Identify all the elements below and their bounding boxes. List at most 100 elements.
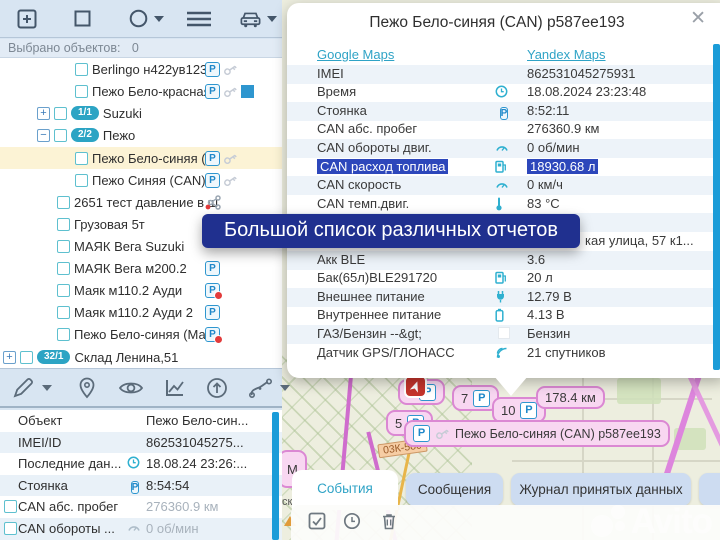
map-vehicle-bubble[interactable]: P Пежо Бело-синяя (CAN) p587ee193 xyxy=(404,420,670,447)
edit-icon[interactable] xyxy=(12,377,36,399)
delete-icon[interactable] xyxy=(381,512,397,530)
send-command-icon[interactable] xyxy=(206,377,228,399)
row-label: Время xyxy=(317,84,356,99)
row-value: Пежо Бело-син... xyxy=(146,413,248,428)
tree-item-mayak-m110-audi[interactable]: Маяк м110.2 Ауди P xyxy=(0,279,282,301)
checkbox[interactable] xyxy=(54,107,67,120)
route-icon[interactable] xyxy=(248,377,274,399)
row-value: 3.6 xyxy=(527,252,545,267)
checkbox[interactable] xyxy=(75,152,88,165)
chevron-down-icon[interactable] xyxy=(42,385,52,391)
time-filter-icon[interactable] xyxy=(343,512,361,530)
key-icon xyxy=(222,83,239,99)
row-value-selected[interactable]: 18930.68 л xyxy=(527,159,598,174)
select-all-checkbox-icon[interactable] xyxy=(308,512,326,530)
location-pin-icon[interactable] xyxy=(78,377,96,399)
row-label-selected[interactable]: CAN расход топлива xyxy=(317,159,448,174)
object-tree: Berlingo н422ув123 P Пежо Бело-красная P… xyxy=(0,58,282,368)
tree-item-pezho-belo-sinyaya-selected[interactable]: Пежо Бело-синяя (С P xyxy=(0,147,282,169)
row-label: Бак(65л)BLE291720 xyxy=(317,270,437,285)
tree-item-pezho-belo-sinyaya-mayak[interactable]: Пежо Бело-синяя (Мая P xyxy=(0,323,282,345)
parking-off-icon: P xyxy=(205,283,220,298)
list-view-icon[interactable] xyxy=(186,10,212,28)
visibility-eye-icon[interactable] xyxy=(118,379,144,397)
tree-group-suzuki[interactable]: + 1/1 Suzuki xyxy=(0,102,282,124)
checkbox[interactable] xyxy=(4,500,17,513)
tree-item-berlingo[interactable]: Berlingo н422ув123 P xyxy=(0,58,282,80)
checkbox[interactable] xyxy=(57,262,70,275)
popup-title: Пежо Бело-синяя (CAN) p587ee193 xyxy=(287,14,707,32)
tree-item-pezho-belo-krasnaya[interactable]: Пежо Бело-красная P xyxy=(0,80,282,102)
row-label: CAN скорость xyxy=(317,177,401,192)
chevron-down-icon[interactable] xyxy=(280,385,290,391)
parking-icon: P xyxy=(205,173,220,188)
close-icon[interactable]: ✕ xyxy=(690,7,706,30)
tree-group-sklad-lenina[interactable]: + 32/1 Склад Ленина,51 xyxy=(0,346,282,368)
info-row-object: Объект Пежо Бело-син... xyxy=(0,410,282,432)
tree-item-mayak-vega-m200[interactable]: МАЯК Вега м200.2 P xyxy=(0,257,282,279)
sidebar-scrollbar[interactable] xyxy=(272,412,279,540)
map-distance-bubble[interactable]: 178.4 км xyxy=(536,386,605,409)
row-value: 20 л xyxy=(527,270,553,285)
checkbox[interactable] xyxy=(57,196,70,209)
tree-item-2651-test[interactable]: 2651 тест давление в ш xyxy=(0,191,282,213)
tab-label: Журнал принятых данных xyxy=(519,482,682,497)
tree-group-pezho[interactable]: − 2/2 Пежо xyxy=(0,124,282,146)
info-row-can-rpm: CAN обороты ... 0 об/мин xyxy=(0,518,282,540)
popup-row-ble-battery: Акк BLE 3.6 xyxy=(287,251,720,270)
row-value: 21 спутников xyxy=(527,345,605,360)
add-object-icon[interactable] xyxy=(17,9,37,29)
checkbox[interactable] xyxy=(57,240,70,253)
checkbox[interactable] xyxy=(75,63,88,76)
google-maps-link[interactable]: Google Maps xyxy=(317,47,394,62)
tab-label: Сообщения xyxy=(418,482,491,497)
row-value: 4.13 В xyxy=(527,307,565,322)
tree-item-pezho-sinyaya[interactable]: Пежо Синяя (CAN) с P xyxy=(0,169,282,191)
chart-icon[interactable] xyxy=(164,378,186,398)
promo-banner: Большой список различных отчетов xyxy=(202,214,580,248)
group-count-badge: 2/2 xyxy=(71,128,99,142)
map-park xyxy=(617,378,661,404)
popup-row-ext-power: Внешнее питание 12.79 В xyxy=(287,288,720,307)
expand-icon[interactable]: + xyxy=(3,351,16,364)
item-label: Грузовая 5т xyxy=(74,217,145,232)
expand-icon[interactable]: + xyxy=(37,107,50,120)
chevron-down-icon[interactable] xyxy=(267,16,277,22)
popup-scrollbar[interactable] xyxy=(713,44,720,370)
select-area-icon[interactable] xyxy=(74,10,91,27)
clock-icon xyxy=(127,456,143,469)
tab-events[interactable]: События xyxy=(292,470,398,510)
item-label: Пежо Синяя (CAN) с xyxy=(92,173,216,188)
checkbox[interactable] xyxy=(54,129,67,142)
selected-objects-header: Выбрано объектов: 0 xyxy=(0,39,282,58)
checkbox[interactable] xyxy=(57,306,70,319)
parking-icon: P xyxy=(205,62,220,77)
checkbox[interactable] xyxy=(57,328,70,341)
checkbox[interactable] xyxy=(75,85,88,98)
vehicle-position-marker[interactable] xyxy=(404,375,427,398)
tree-item-mayak-m110-audi-2[interactable]: Маяк м110.2 Ауди 2 P xyxy=(0,301,282,323)
vehicle-filter-icon[interactable] xyxy=(239,10,262,28)
row-label: Объект xyxy=(18,413,62,428)
chevron-down-icon[interactable] xyxy=(154,16,164,22)
row-label: Датчик GPS/ГЛОНАСС xyxy=(317,345,455,360)
row-value: 18.08.2024 23:23:48 xyxy=(527,84,646,99)
checkbox[interactable] xyxy=(57,284,70,297)
popup-row-int-power: Внутреннее питание 4.13 В xyxy=(287,306,720,325)
tab-messages[interactable]: Сообщения xyxy=(406,473,503,506)
checkbox[interactable] xyxy=(75,174,88,187)
row-label: Внутреннее питание xyxy=(317,307,441,322)
cluster-count: 10 xyxy=(501,403,515,418)
parking-icon: P xyxy=(495,104,513,120)
checkbox[interactable] xyxy=(20,351,33,364)
info-row-last-data: Последние дан... 18.08.24 23:26:... xyxy=(0,453,282,475)
collapse-icon[interactable]: − xyxy=(37,129,50,142)
map-street-name: ск xyxy=(282,496,292,508)
fuel-icon xyxy=(495,160,513,173)
checkbox[interactable] xyxy=(4,522,17,535)
popup-row-parking: Стоянка P 8:52:11 xyxy=(287,102,720,121)
checkbox[interactable] xyxy=(57,218,70,231)
yandex-maps-link[interactable]: Yandex Maps xyxy=(527,47,606,62)
circle-select-icon[interactable] xyxy=(129,9,148,28)
cluster-count: 7 xyxy=(461,391,468,406)
